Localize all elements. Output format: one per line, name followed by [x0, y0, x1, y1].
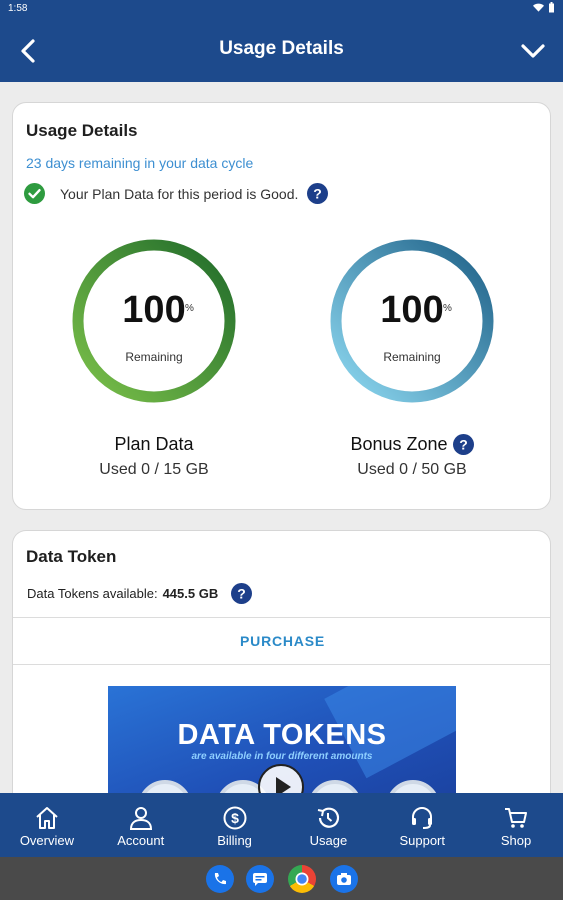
- plan-data-percent-unit: %: [185, 303, 194, 314]
- plan-data-remaining-caption: Remaining: [125, 350, 183, 364]
- promo-title: DATA TOKENS: [177, 719, 387, 751]
- plan-data-label: Plan Data: [49, 434, 259, 455]
- data-token-card: Data Token Data Tokens available: 445.5 …: [12, 530, 551, 830]
- bonus-zone-label-text: Bonus Zone: [350, 434, 448, 454]
- bonus-zone-percent: 100: [380, 289, 444, 331]
- plan-data-meter: 100 % Remaining: [70, 237, 238, 405]
- bonus-zone-remaining-caption: Remaining: [383, 350, 441, 364]
- nav-account-label: Account: [117, 833, 165, 848]
- help-icon[interactable]: ?: [307, 183, 329, 204]
- status-time: 1:58: [8, 3, 28, 14]
- svg-text:?: ?: [314, 186, 323, 202]
- data-tokens-label: Data Tokens available:: [27, 586, 158, 601]
- nav-shop[interactable]: Shop: [469, 793, 563, 857]
- chrome-app-icon[interactable]: [288, 865, 316, 893]
- system-dock: [0, 857, 563, 900]
- battery-icon: [549, 2, 554, 13]
- data-token-title: Data Token: [26, 547, 117, 566]
- nav-account[interactable]: Account: [94, 793, 188, 857]
- status-icons: [533, 2, 555, 13]
- nav-support-label: Support: [399, 833, 445, 848]
- help-icon[interactable]: ?: [231, 583, 253, 604]
- bonus-zone-used: Used 0 / 50 GB: [357, 461, 467, 478]
- history-icon: [318, 807, 340, 828]
- help-icon[interactable]: ?: [452, 434, 474, 455]
- check-circle-icon: [24, 183, 45, 204]
- plan-data-used: Used 0 / 15 GB: [99, 461, 209, 478]
- person-icon: [129, 807, 152, 830]
- nav-shop-label: Shop: [500, 833, 532, 848]
- headset-icon: [412, 807, 433, 829]
- bottom-nav: Overview Account $ Billing Usage Support: [0, 793, 563, 857]
- svg-text:?: ?: [237, 586, 246, 602]
- plan-data-percent: 100: [122, 289, 186, 331]
- plan-status-row: Your Plan Data for this period is Good. …: [24, 183, 329, 204]
- data-tokens-value: 445.5 GB: [162, 586, 219, 601]
- chevron-down-icon[interactable]: [517, 36, 549, 66]
- nav-billing[interactable]: $ Billing: [188, 793, 282, 857]
- wifi-icon: [533, 3, 544, 12]
- camera-app-icon[interactable]: [330, 865, 358, 893]
- promo-subtitle: are available in four different amounts: [191, 751, 373, 762]
- status-bar: 1:58: [0, 0, 563, 18]
- cycle-remaining-text: 23 days remaining in your data cycle: [26, 155, 254, 171]
- plan-status-text: Your Plan Data for this period is Good.: [60, 185, 299, 202]
- nav-billing-label: Billing: [217, 833, 252, 848]
- app-bar: Usage Details: [0, 18, 563, 82]
- bonus-zone-label: Bonus Zone ?: [307, 434, 517, 455]
- bonus-zone-percent-unit: %: [443, 303, 452, 314]
- dollar-icon: $: [223, 806, 247, 830]
- home-icon: [36, 807, 58, 829]
- nav-usage-label: Usage: [309, 833, 348, 848]
- usage-card-title: Usage Details: [26, 121, 138, 140]
- page-title: Usage Details: [219, 38, 344, 59]
- svg-text:?: ?: [459, 437, 468, 453]
- usage-details-card: Usage Details 23 days remaining in your …: [12, 102, 551, 510]
- bonus-zone-meter: 100 % Remaining: [328, 237, 496, 405]
- nav-overview[interactable]: Overview: [0, 793, 94, 857]
- data-tokens-available: Data Tokens available: 445.5 GB ?: [27, 583, 253, 604]
- nav-support[interactable]: Support: [375, 793, 469, 857]
- purchase-button[interactable]: PURCHASE: [13, 617, 550, 665]
- plan-data-label-text: Plan Data: [114, 434, 194, 454]
- messages-app-icon[interactable]: [246, 865, 274, 893]
- phone-app-icon[interactable]: [206, 865, 234, 893]
- cart-icon: [505, 808, 528, 828]
- nav-overview-label: Overview: [19, 833, 74, 848]
- nav-usage[interactable]: Usage: [281, 793, 375, 857]
- svg-text:$: $: [231, 810, 239, 826]
